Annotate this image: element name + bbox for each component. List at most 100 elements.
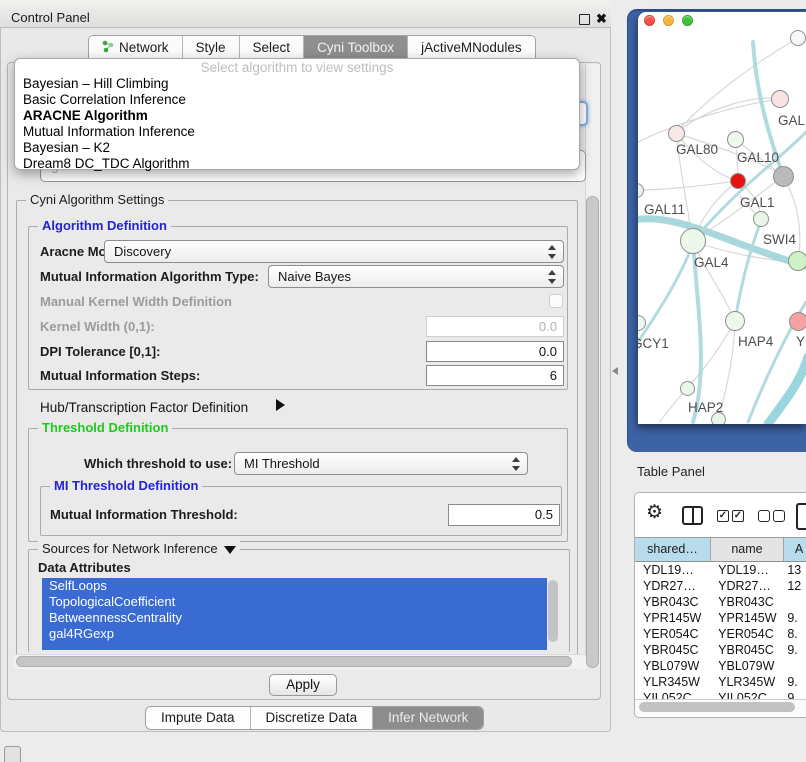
stepper-icon (511, 457, 520, 471)
node-label: GAL80 (676, 142, 718, 157)
algorithm-option[interactable]: Mutual Information Inference (15, 124, 579, 140)
algorithm-option[interactable]: ARACNE Algorithm (15, 108, 579, 124)
table-cell: YDR27… (710, 578, 782, 594)
tab-label: Cyni Toolbox (317, 40, 394, 55)
list-item[interactable]: BetweennessCentrality (42, 610, 547, 626)
tab-cyni-toolbox[interactable]: Cyni Toolbox (304, 36, 408, 59)
which-threshold-value: MI Threshold (244, 456, 320, 471)
dpi-tolerance-field[interactable]: 0.0 (426, 341, 564, 362)
network-node-gal10[interactable] (727, 131, 744, 148)
which-threshold-label: Which threshold to use: (84, 452, 232, 475)
aracne-mode-combo[interactable]: Discovery (104, 240, 564, 263)
zoom-traffic-light-icon[interactable] (682, 15, 693, 26)
network-node[interactable] (711, 412, 726, 425)
kernel-width-label: Kernel Width (0,1): (40, 315, 155, 338)
algorithm-option[interactable]: Dream8 DC_TDC Algorithm (15, 156, 579, 172)
vertical-scrollbar-thumb[interactable] (586, 196, 599, 668)
tab-jactivemnodules[interactable]: jActiveMNodules (408, 36, 535, 59)
node-label: GAL1 (740, 195, 775, 210)
collapse-arrow-icon[interactable] (224, 546, 236, 554)
manual-kernel-label: Manual Kernel Width Definition (40, 290, 232, 313)
checked-checkbox-icon[interactable]: ✓ (717, 510, 729, 522)
list-scrollbar[interactable] (548, 580, 558, 642)
tab-network[interactable]: Network (89, 36, 183, 59)
network-node[interactable] (730, 173, 746, 189)
document-icon[interactable] (796, 503, 806, 530)
table-cell: 8. (782, 626, 806, 642)
table-row[interactable]: YBR043CYBR043C (635, 594, 806, 610)
network-node[interactable] (790, 30, 806, 46)
table-row[interactable]: YBL079WYBL079W (635, 658, 806, 674)
table-cell: 12 (782, 578, 806, 594)
list-item[interactable]: gal4RGexp (42, 626, 547, 642)
table-cell: YBR045C (710, 642, 782, 658)
minimize-traffic-light-icon[interactable] (663, 15, 674, 26)
network-node-hap4[interactable] (725, 311, 745, 331)
manual-kernel-checkbox[interactable] (549, 294, 563, 308)
tab-select[interactable]: Select (240, 36, 305, 59)
column-header[interactable]: shared… (635, 538, 711, 561)
close-traffic-light-icon[interactable] (644, 15, 655, 26)
tab-label: Style (196, 40, 226, 55)
node-label: SWI4 (763, 232, 796, 247)
table-row[interactable]: YPR145WYPR145W9. (635, 610, 806, 626)
list-item[interactable]: SelfLoops (42, 578, 547, 594)
table-row[interactable]: YDL19…YDL19…13 (635, 562, 806, 578)
mi-threshold-field[interactable]: 0.5 (448, 504, 560, 526)
network-node-gal80[interactable] (668, 125, 685, 142)
checked-checkbox-icon[interactable]: ✓ (732, 510, 744, 522)
table-row[interactable]: YDR27…YDR27…12 (635, 578, 806, 594)
network-canvas[interactable]: GALGAL80GAL10GAL11GAL1SWI4GAL4GCY1HAP4YH… (638, 12, 806, 424)
network-node-y[interactable] (789, 312, 806, 331)
table-toolbar: ⚙ ✓ ✓ (635, 493, 806, 537)
algorithm-option[interactable]: Bayesian – K2 (15, 140, 579, 156)
column-header[interactable]: A (784, 538, 806, 561)
algorithm-option[interactable]: Basic Correlation Inference (15, 92, 579, 108)
minimized-panel-icon[interactable] (4, 746, 21, 762)
network-node-hap2[interactable] (680, 381, 695, 396)
table-cell: YBR043C (710, 594, 782, 610)
apply-button[interactable]: Apply (269, 674, 337, 696)
table-cell: YBL079W (635, 658, 710, 674)
float-window-icon[interactable] (579, 14, 590, 25)
kernel-width-field[interactable]: 0.0 (426, 316, 564, 337)
unchecked-checkbox-icon[interactable] (758, 510, 770, 522)
mi-type-value: Naive Bayes (278, 269, 351, 284)
network-node-gal[interactable] (771, 90, 789, 108)
network-node-swi4[interactable] (788, 251, 806, 271)
panel-divider-handle[interactable] (612, 367, 618, 375)
table-cell: YDR27… (635, 578, 710, 594)
close-icon[interactable]: ✖ (596, 11, 607, 27)
table-body: YDL19…YDL19…13YDR27…YDR27…12YBR043CYBR04… (635, 562, 806, 706)
tab-style[interactable]: Style (183, 36, 240, 59)
columns-icon[interactable] (682, 506, 703, 525)
table-hscrollbar-thumb[interactable] (639, 702, 795, 712)
tab-discretize-data[interactable]: Discretize Data (251, 707, 374, 729)
table-row[interactable]: YER054CYER054C8. (635, 626, 806, 642)
column-header[interactable]: name (711, 538, 784, 561)
node-label: GAL11 (644, 202, 685, 217)
mi-type-combo[interactable]: Naive Bayes (268, 265, 564, 288)
table-row[interactable]: YBR045CYBR045C9. (635, 642, 806, 658)
network-node-gal4[interactable] (680, 228, 706, 254)
table-hscrollbar-track[interactable] (635, 699, 806, 714)
network-node[interactable] (773, 166, 794, 187)
list-item[interactable]: TopologicalCoefficient (42, 594, 547, 610)
expand-arrow-icon[interactable] (276, 399, 285, 411)
gear-icon[interactable]: ⚙ (646, 501, 663, 524)
horizontal-scrollbar-thumb[interactable] (16, 656, 572, 667)
table-row[interactable]: YLR345WYLR345W9. (635, 674, 806, 690)
data-attributes-label: Data Attributes (38, 556, 131, 579)
which-threshold-combo[interactable]: MI Threshold (234, 452, 528, 475)
network-node-gal1[interactable] (753, 211, 769, 227)
data-attributes-list[interactable]: SelfLoopsTopologicalCoefficientBetweenne… (42, 578, 547, 650)
hub-section-label[interactable]: Hub/Transcription Factor Definition (40, 398, 248, 418)
unchecked-checkbox-icon[interactable] (773, 510, 785, 522)
table-cell: YBR045C (635, 642, 710, 658)
tab-impute-data[interactable]: Impute Data (146, 707, 251, 729)
tab-infer-network[interactable]: Infer Network (373, 707, 483, 729)
mi-steps-field[interactable]: 6 (426, 365, 564, 386)
node-label: HAP4 (738, 334, 773, 349)
algorithm-option[interactable]: Bayesian – Hill Climbing (15, 76, 579, 92)
mi-threshold-label: Mutual Information Threshold: (50, 503, 238, 526)
